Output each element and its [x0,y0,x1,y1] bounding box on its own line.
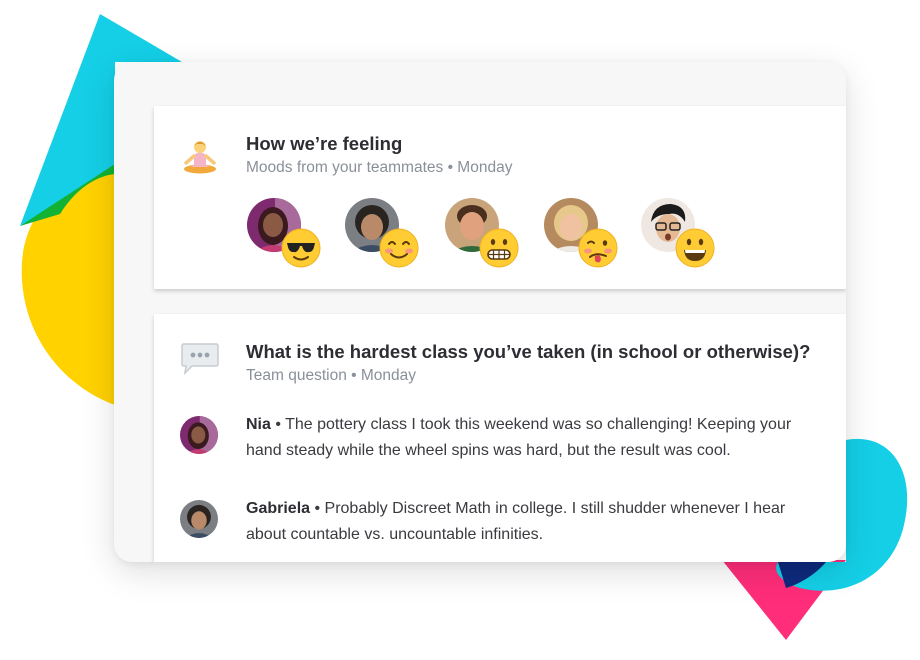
answer-text: Nia • The pottery class I took this week… [246,412,826,464]
mood-panel: How we’re feeling Moods from your teamma… [154,106,846,289]
woozy-face-emoji-icon [578,228,618,268]
mood-item[interactable] [641,198,715,268]
mood-item[interactable] [544,198,618,268]
question-panel: What is the hardest class you’ve taken (… [154,314,846,562]
mood-item[interactable] [445,198,519,268]
meditating-person-icon [180,136,220,181]
grimacing-emoji-icon [479,228,519,268]
feed-card: How we’re feeling Moods from your teamma… [114,62,846,562]
avatar [180,416,218,454]
sunglasses-emoji-icon [281,228,321,268]
smiling-blush-emoji-icon [379,228,419,268]
mood-item[interactable] [345,198,419,268]
question-subtitle: Team question • Monday [246,367,416,384]
mood-item[interactable] [247,198,321,268]
avatar [180,500,218,538]
speech-bubble-icon [180,340,220,383]
mood-panel-subtitle: Moods from your teammates • Monday [246,159,513,176]
mood-panel-title: How we’re feeling [246,133,403,154]
answer-author: Nia [246,416,271,433]
answer-body: The pottery class I took this weekend wa… [246,416,792,459]
answer-separator: • [270,416,286,433]
answer-text: Gabriela • Probably Discreet Math in col… [246,496,826,548]
grinning-emoji-icon [675,228,715,268]
question-title: What is the hardest class you’ve taken (… [246,341,811,362]
answer-body: Probably Discreet Math in college. I sti… [246,500,786,543]
answer-author: Gabriela [246,500,311,517]
answer-separator: • [310,500,325,517]
